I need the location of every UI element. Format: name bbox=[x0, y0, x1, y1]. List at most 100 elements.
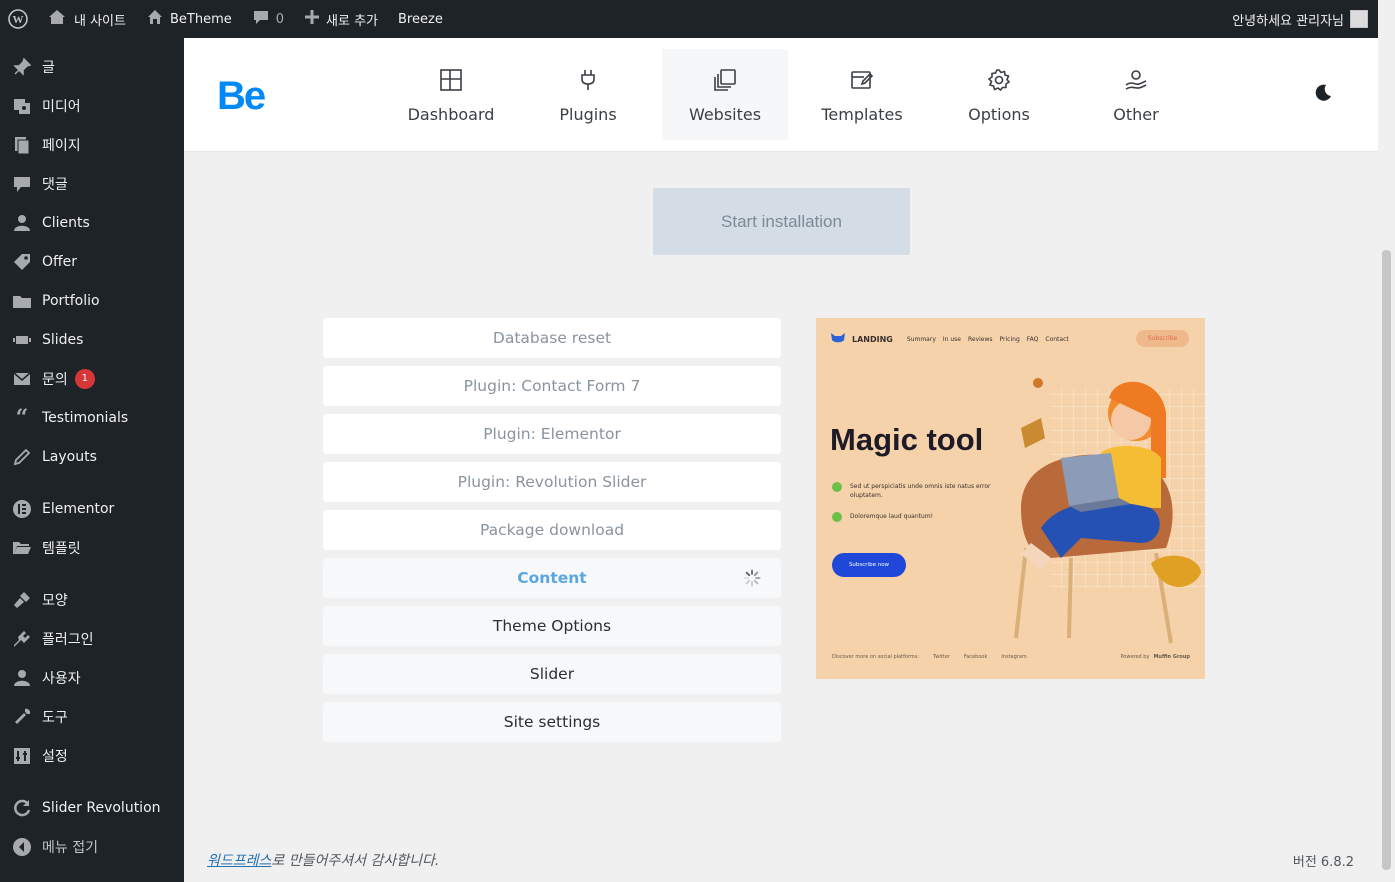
menu-item-media[interactable]: 미디어 bbox=[0, 86, 184, 125]
preview-nav-link: FAQ bbox=[1026, 335, 1039, 343]
preview-nav-link: Pricing bbox=[999, 335, 1020, 343]
preview-illustration bbox=[1014, 378, 1205, 644]
plug-icon bbox=[576, 68, 600, 92]
comment-icon bbox=[252, 8, 270, 30]
tab-label: Templates bbox=[821, 105, 903, 124]
comments-count: 0 bbox=[275, 11, 285, 27]
check-dot-icon bbox=[832, 512, 842, 522]
user-hand-icon bbox=[1124, 68, 1148, 92]
menu-label: Testimonials bbox=[42, 409, 129, 426]
preview-powered: Powered by bbox=[1120, 654, 1150, 660]
menu-item-users[interactable]: 사용자 bbox=[0, 658, 184, 697]
account-menu[interactable]: 안녕하세요 관리자님 bbox=[1222, 0, 1378, 38]
tab-templates[interactable]: Templates bbox=[799, 49, 925, 140]
step-plugin-elementor: Plugin: Elementor bbox=[323, 414, 781, 454]
menu-label: 메뉴 접기 bbox=[42, 839, 98, 856]
menu-item-offer[interactable]: Offer bbox=[0, 242, 184, 281]
tab-other[interactable]: Other bbox=[1073, 49, 1199, 140]
menu-item-templates[interactable]: 템플릿 bbox=[0, 528, 184, 567]
portfolio-icon bbox=[11, 291, 33, 311]
user-icon bbox=[11, 213, 33, 233]
menu-separator bbox=[0, 775, 184, 788]
preview-footer: Discover more on social platforms: Twitt… bbox=[832, 654, 1190, 660]
menu-item-testimonials[interactable]: “ Testimonials bbox=[0, 398, 184, 437]
menu-item-tools[interactable]: 도구 bbox=[0, 697, 184, 736]
site-name: 내 사이트 bbox=[74, 13, 126, 29]
media-icon bbox=[11, 96, 33, 116]
start-installation-button[interactable]: Start installation bbox=[653, 188, 910, 255]
settings-icon bbox=[11, 746, 33, 766]
refresh-icon bbox=[11, 798, 33, 818]
preview-footer-link: Facebook bbox=[963, 654, 988, 660]
menu-label: 모양 bbox=[42, 592, 68, 609]
tab-label: Websites bbox=[688, 105, 762, 124]
tab-dashboard[interactable]: Dashboard bbox=[388, 49, 514, 140]
tab-websites[interactable]: Websites bbox=[662, 49, 788, 140]
mail-icon bbox=[11, 369, 33, 389]
pin-icon bbox=[11, 57, 33, 77]
step-label: Content bbox=[517, 569, 587, 587]
menu-item-portfolio[interactable]: Portfolio bbox=[0, 281, 184, 320]
collapse-icon bbox=[11, 837, 33, 857]
menu-label: 페이지 bbox=[42, 137, 81, 154]
menu-item-clients[interactable]: Clients bbox=[0, 203, 184, 242]
preview-nav-link: Reviews bbox=[967, 335, 993, 343]
menu-label: 설정 bbox=[42, 748, 68, 765]
collapse-menu-button[interactable]: 메뉴 접기 bbox=[0, 827, 184, 866]
comments-link[interactable]: 0 bbox=[242, 0, 294, 38]
menu-item-elementor[interactable]: Elementor bbox=[0, 489, 184, 528]
quote-icon: “ bbox=[11, 408, 33, 428]
breeze-link[interactable]: Breeze bbox=[388, 0, 453, 38]
footer-thanks-text: 로 만들어주셔서 감사합니다. bbox=[271, 853, 440, 869]
tab-label: Dashboard bbox=[407, 105, 495, 124]
menu-label: Slides bbox=[42, 331, 84, 348]
menu-label: 댓글 bbox=[42, 176, 68, 193]
site-name-link[interactable]: 내 사이트 bbox=[36, 0, 136, 38]
menu-item-pages[interactable]: 페이지 bbox=[0, 125, 184, 164]
page-scrollbar[interactable] bbox=[1378, 0, 1395, 882]
theme-site-link[interactable]: BeTheme bbox=[136, 0, 242, 38]
admin-sidebar: 글 미디어 페이지 댓글 Clients Offer Portfolio Sli… bbox=[0, 38, 184, 882]
templates-icon bbox=[850, 68, 874, 92]
menu-item-contact[interactable]: 문의 1 bbox=[0, 359, 184, 398]
preview-headline: Magic tool bbox=[830, 422, 984, 457]
menu-item-settings[interactable]: 설정 bbox=[0, 736, 184, 775]
new-label: 새로 추가 bbox=[326, 13, 379, 29]
scrollbar-thumb[interactable] bbox=[1382, 250, 1391, 870]
menu-item-appearance[interactable]: 모양 bbox=[0, 580, 184, 619]
preview-footer-link: Twitter bbox=[933, 654, 950, 660]
footer-version: 버전 6.8.2 bbox=[1292, 855, 1354, 870]
wordpress-logo-icon[interactable]: W bbox=[0, 0, 36, 38]
menu-label: 사용자 bbox=[42, 670, 81, 687]
menu-item-layouts[interactable]: Layouts bbox=[0, 437, 184, 476]
step-slider: Slider bbox=[323, 654, 781, 694]
preview-nav-link: Contact bbox=[1045, 335, 1069, 343]
svg-text:“: “ bbox=[16, 408, 29, 428]
betheme-logo[interactable]: Be bbox=[217, 74, 266, 119]
preview-powered-brand: Muffin Group bbox=[1153, 654, 1190, 660]
avatar bbox=[1350, 10, 1368, 28]
tab-plugins[interactable]: Plugins bbox=[525, 49, 651, 140]
menu-item-plugins[interactable]: 플러그인 bbox=[0, 619, 184, 658]
dark-mode-toggle-icon[interactable] bbox=[1312, 82, 1334, 108]
menu-item-slides[interactable]: Slides bbox=[0, 320, 184, 359]
new-content-link[interactable]: 새로 추가 bbox=[294, 0, 388, 38]
wordpress-link[interactable]: 워드프레스 bbox=[207, 853, 271, 869]
step-theme-options: Theme Options bbox=[323, 606, 781, 646]
menu-label: 글 bbox=[42, 59, 55, 76]
preview-nav: LANDING Summary In use Reviews Pricing FAQ Co… bbox=[830, 332, 1076, 346]
main-content: Be Dashboard Plugins Websites Templates bbox=[184, 38, 1378, 882]
tab-label: Plugins bbox=[559, 105, 617, 124]
loading-spinner-icon bbox=[743, 569, 761, 591]
gear-icon bbox=[987, 68, 1011, 92]
menu-label: Portfolio bbox=[42, 292, 100, 309]
menu-item-slider-revolution[interactable]: Slider Revolution bbox=[0, 788, 184, 827]
preview-footer-text: Discover more on social platforms: bbox=[832, 654, 920, 660]
preview-bullet-text: Doloremque laud quantum! bbox=[850, 513, 934, 520]
menu-item-comments[interactable]: 댓글 bbox=[0, 164, 184, 203]
breeze-label: Breeze bbox=[398, 11, 443, 27]
website-preview-image: LANDING Summary In use Reviews Pricing FAQ Co… bbox=[816, 318, 1205, 679]
menu-item-posts[interactable]: 글 bbox=[0, 47, 184, 86]
websites-icon bbox=[713, 68, 737, 92]
tab-options[interactable]: Options bbox=[936, 49, 1062, 140]
